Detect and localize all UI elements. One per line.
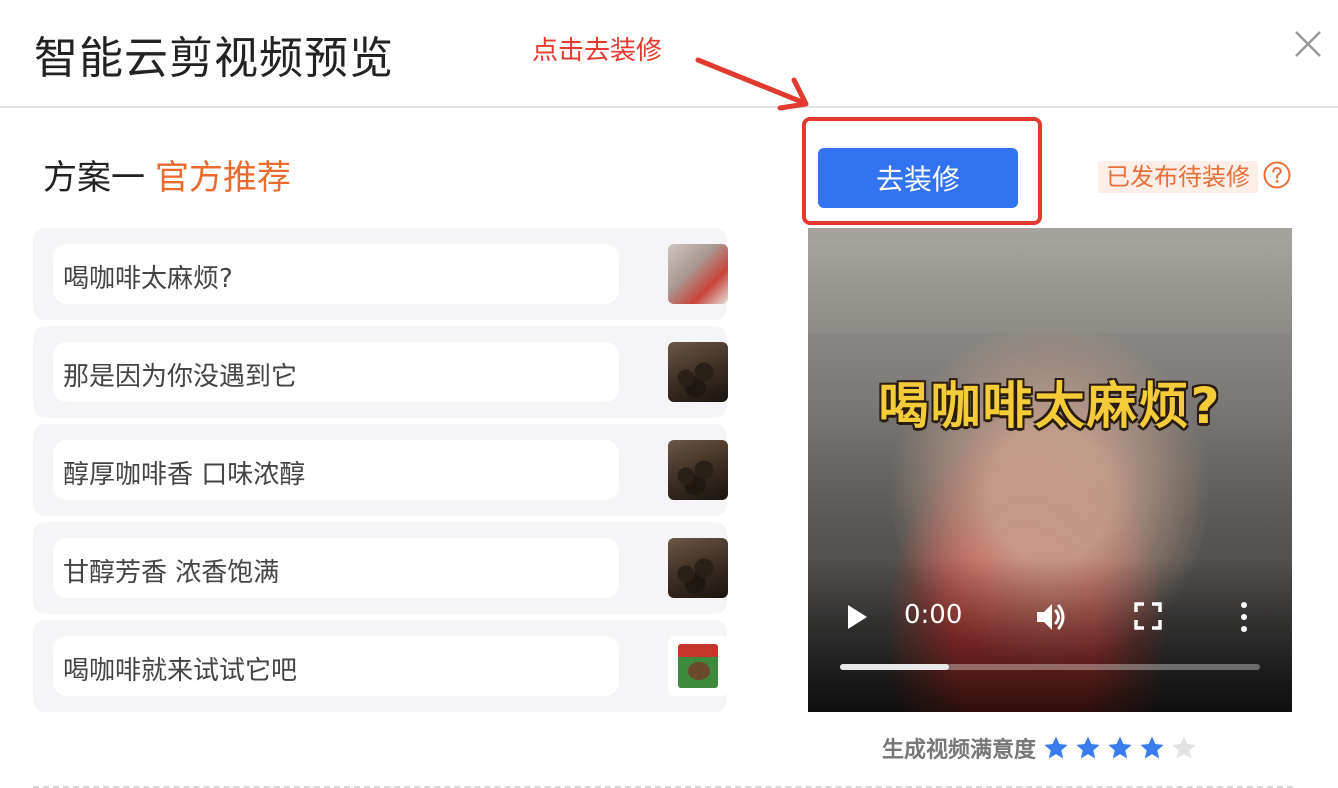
rating-label: 生成视频满意度 bbox=[882, 738, 1037, 763]
scene-row[interactable]: 甘醇芳香 浓香饱满 bbox=[33, 522, 728, 614]
plan-heading: 方案一 官方推荐 bbox=[43, 150, 291, 199]
scene-text-field[interactable]: 喝咖啡就来试试它吧 bbox=[53, 636, 619, 696]
scene-text: 那是因为你没遇到它 bbox=[63, 362, 298, 392]
plan-tag: 官方推荐 bbox=[155, 158, 291, 198]
scene-text-field[interactable]: 醇厚咖啡香 口味浓醇 bbox=[53, 440, 619, 500]
video-player[interactable]: 喝咖啡太麻烦? 0:00 bbox=[808, 228, 1292, 712]
scene-thumbnail[interactable] bbox=[668, 440, 728, 500]
video-caption: 喝咖啡太麻烦? bbox=[878, 377, 1222, 435]
video-controls-shade bbox=[808, 558, 1292, 712]
play-icon[interactable] bbox=[846, 604, 868, 630]
dialog-title: 智能云剪视频预览 bbox=[34, 33, 394, 84]
plan-label: 方案一 bbox=[43, 158, 145, 198]
scene-text-field[interactable]: 那是因为你没遇到它 bbox=[53, 342, 619, 402]
satisfaction-rating: 生成视频满意度 bbox=[882, 732, 1202, 764]
star-icon[interactable] bbox=[1074, 734, 1102, 762]
annotation-text: 点击去装修 bbox=[532, 36, 663, 66]
video-progress-bar[interactable] bbox=[840, 664, 1260, 670]
scene-text-field[interactable]: 甘醇芳香 浓香饱满 bbox=[53, 538, 619, 598]
scene-thumbnail[interactable] bbox=[668, 538, 728, 598]
star-icon[interactable] bbox=[1170, 734, 1198, 762]
scene-thumbnail[interactable] bbox=[668, 342, 728, 402]
scene-row[interactable]: 那是因为你没遇到它 bbox=[33, 326, 728, 418]
scene-row[interactable]: 喝咖啡就来试试它吧 bbox=[33, 620, 728, 712]
volume-icon[interactable] bbox=[1034, 600, 1068, 634]
scene-text: 醇厚咖啡香 口味浓醇 bbox=[63, 460, 306, 490]
scene-row[interactable]: 醇厚咖啡香 口味浓醇 bbox=[33, 424, 728, 516]
star-icon[interactable] bbox=[1138, 734, 1166, 762]
star-icon[interactable] bbox=[1106, 734, 1134, 762]
rating-stars bbox=[1042, 734, 1202, 762]
more-vertical-icon[interactable] bbox=[1234, 600, 1254, 634]
scene-text: 喝咖啡太麻烦? bbox=[63, 264, 233, 294]
scene-row[interactable]: 喝咖啡太麻烦? bbox=[33, 228, 728, 320]
video-time: 0:00 bbox=[904, 600, 963, 630]
scene-text: 喝咖啡就来试试它吧 bbox=[63, 656, 298, 686]
video-progress-fill bbox=[840, 664, 950, 670]
product-box-detail bbox=[688, 662, 710, 680]
scene-text: 甘醇芳香 浓香饱满 bbox=[63, 558, 280, 588]
status-badge: 已发布待装修 bbox=[1098, 161, 1258, 193]
scene-thumbnail[interactable] bbox=[668, 636, 728, 696]
scene-thumbnail[interactable] bbox=[668, 244, 728, 304]
header-divider bbox=[0, 106, 1338, 108]
decorate-button[interactable]: 去装修 bbox=[818, 148, 1018, 208]
close-icon[interactable] bbox=[1292, 28, 1324, 60]
star-icon[interactable] bbox=[1042, 734, 1070, 762]
question-circle-icon[interactable] bbox=[1262, 160, 1292, 190]
fullscreen-icon[interactable] bbox=[1134, 602, 1162, 630]
annotation-arrow-icon bbox=[695, 57, 809, 111]
video-frame-background bbox=[808, 228, 1292, 333]
scene-text-field[interactable]: 喝咖啡太麻烦? bbox=[53, 244, 619, 304]
